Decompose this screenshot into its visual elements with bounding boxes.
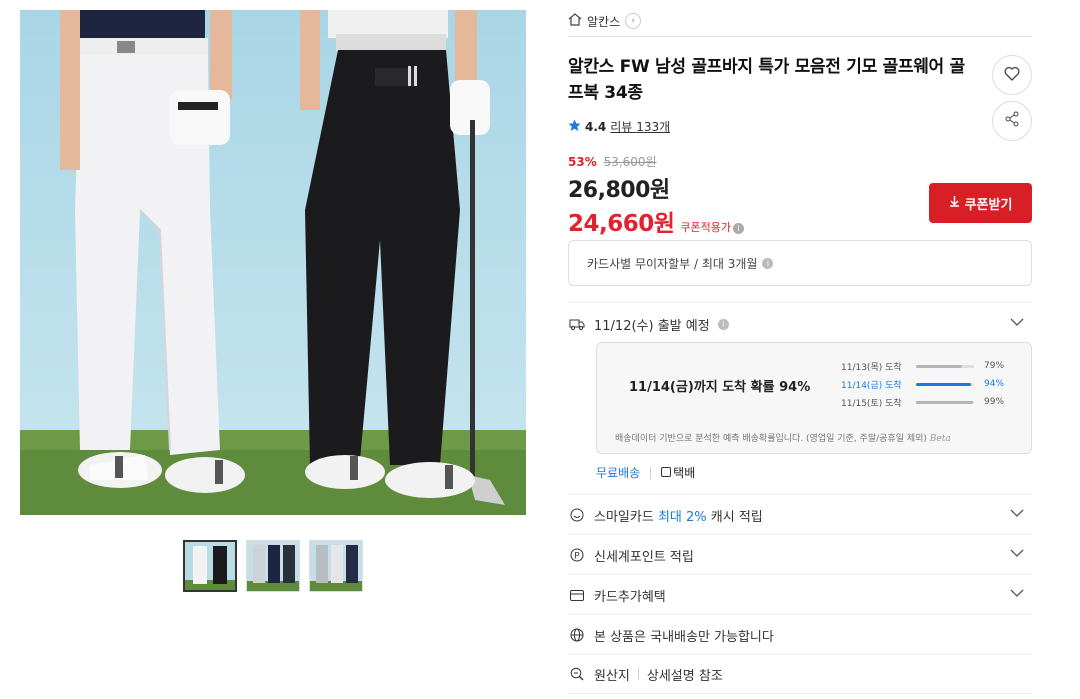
smile-card-highlight: 최대 2%: [657, 509, 707, 525]
info-icon[interactable]: i: [762, 257, 774, 269]
delivery-method: 택배: [673, 466, 696, 480]
probability-bar-fill: [916, 400, 974, 404]
divider: [637, 668, 639, 680]
thumbnail-list: [183, 540, 363, 592]
divider: [568, 534, 1032, 535]
heart-icon: [1004, 66, 1020, 85]
box-icon: [661, 466, 672, 480]
probability-percent: 99%: [984, 397, 1005, 407]
delivery-probability-box: 11/14(금)까지 도착 확률 94% 11/13(목) 도착 79% 11/…: [596, 342, 1032, 454]
delivery-probability-headline: 11/14(금)까지 도착 확률 94%: [629, 380, 811, 395]
svg-text:P: P: [574, 552, 580, 562]
card-benefit-label: 카드추가혜택: [594, 589, 666, 605]
probability-bar: [916, 364, 974, 368]
shipping-method: 무료배송 택배: [596, 464, 695, 481]
share-icon: [1004, 111, 1020, 131]
point-icon: P: [568, 548, 586, 562]
review-label: 리뷰: [610, 120, 633, 134]
price-area: 53% 53,600원 26,800원 24,660원 쿠폰적용가 i 쿠폰받기: [568, 153, 1032, 238]
dispatch-date: 11/12(수) 출발 예정: [594, 318, 710, 334]
chevron-right-icon: ›: [625, 13, 642, 29]
divider: [568, 574, 1032, 575]
divider: [568, 36, 1032, 37]
globe-icon: [568, 628, 586, 642]
delivery-note: 배송데이터 기반으로 분석한 예측 배송확률입니다. (영업일 기준, 주말/공…: [615, 431, 951, 444]
divider: [568, 614, 1032, 615]
brand-link[interactable]: 알칸스 ›: [568, 10, 1032, 32]
chevron-down-icon: [1010, 505, 1024, 521]
probability-percent: 79%: [984, 361, 1005, 371]
origin-value: 상세설명 참조: [646, 668, 723, 684]
origin-label: 원산지: [594, 668, 630, 684]
coupon-price: 24,660원: [568, 211, 675, 237]
divider: [568, 654, 1032, 655]
product-title: 알칸스 FW 남성 골프바지 특가 모음전 기모 골프웨어 골프복 34종: [568, 57, 965, 103]
info-icon[interactable]: i: [733, 223, 745, 234]
probability-date: 11/13(목) 도착: [841, 362, 902, 373]
coupon-note: 쿠폰적용가 i: [680, 219, 745, 235]
chevron-down-icon: [1010, 545, 1024, 561]
discount-line: 53% 53,600원: [568, 153, 1032, 170]
probability-item: 11/15(토) 도착 99%: [841, 393, 1021, 411]
coupon-button-label: 쿠폰받기: [964, 197, 1013, 213]
smile-card-prefix: 스마일카드: [594, 509, 654, 525]
star-icon: [568, 119, 581, 135]
probability-date: 11/15(토) 도착: [841, 398, 902, 409]
divider: [568, 302, 1032, 303]
credit-card-icon: [568, 589, 586, 601]
probability-percent: 94%: [984, 379, 1005, 389]
beta-label: Beta: [929, 434, 951, 444]
download-icon: [949, 195, 960, 211]
product-page: 알칸스 › 알칸스 FW 남성 골프바지 특가 모음전 기모 골프웨어 골프복 …: [0, 0, 1080, 699]
main-product-image[interactable]: [20, 10, 526, 515]
coupon-download-button[interactable]: 쿠폰받기: [929, 183, 1032, 223]
probability-bar: [916, 400, 974, 404]
divider: [568, 693, 1032, 694]
installment-text: 카드사별 무이자할부 / 최대 3개월: [587, 256, 758, 271]
shipping-dispatch-row[interactable]: 11/12(수) 출발 예정 i: [568, 312, 1032, 336]
domestic-shipping-row: 본 상품은 국내배송만 가능합니다: [568, 623, 1032, 647]
shinsegae-point-row[interactable]: P 신세계포인트 적립: [568, 543, 1032, 567]
shinsegae-point-label: 신세계포인트 적립: [594, 549, 694, 565]
probability-list: 11/13(목) 도착 79% 11/14(금) 도착 94% 11/15(토)…: [841, 357, 1021, 411]
thumbnail-3[interactable]: [309, 540, 363, 592]
info-icon[interactable]: i: [717, 318, 729, 330]
probability-bar-fill: [916, 382, 971, 386]
card-benefit-row[interactable]: 카드추가혜택: [568, 583, 1032, 607]
free-shipping-link[interactable]: 무료배송: [596, 464, 640, 481]
probability-bar: [916, 382, 974, 386]
truck-icon: [568, 318, 586, 330]
rating-score: 4.4: [585, 119, 607, 134]
smile-card-suffix: 캐시 적립: [710, 509, 763, 525]
probability-item: 11/14(금) 도착 94%: [841, 375, 1021, 393]
probability-bar-fill: [916, 364, 962, 368]
home-icon: [568, 13, 582, 29]
origin-row: 원산지 상세설명 참조: [568, 662, 1032, 686]
brand-name: 알칸스: [587, 14, 621, 29]
rating-summary: 4.4 리뷰 133개: [568, 118, 670, 135]
delivery-note-text: 배송데이터 기반으로 분석한 예측 배송확률입니다. (영업일 기준, 주말/공…: [615, 434, 927, 444]
thumbnail-2[interactable]: [246, 540, 300, 592]
original-price: 53,600원: [603, 155, 657, 169]
domestic-shipping-label: 본 상품은 국내배송만 가능합니다: [594, 629, 774, 645]
review-link[interactable]: 리뷰 133개: [610, 118, 670, 135]
divider: [650, 466, 652, 479]
share-button[interactable]: [992, 101, 1032, 141]
installment-box: 카드사별 무이자할부 / 최대 3개월 i: [568, 240, 1032, 286]
divider: [568, 494, 1032, 495]
discount-rate: 53%: [568, 155, 597, 169]
product-info: 알칸스 › 알칸스 FW 남성 골프바지 특가 모음전 기모 골프웨어 골프복 …: [568, 10, 1032, 694]
smile-icon: [568, 508, 586, 522]
coupon-note-label: 쿠폰적용가: [680, 221, 732, 234]
probability-date: 11/14(금) 도착: [841, 380, 902, 391]
magnifier-icon: [568, 667, 586, 681]
chevron-down-icon: [1010, 585, 1024, 601]
probability-item: 11/13(목) 도착 79%: [841, 357, 1021, 375]
smile-card-row[interactable]: 스마일카드 최대 2% 캐시 적립: [568, 503, 1032, 527]
chevron-down-icon: [1010, 314, 1024, 330]
review-count: 133개: [636, 120, 671, 134]
thumbnail-1[interactable]: [183, 540, 237, 592]
smile-card-label: 스마일카드 최대 2% 캐시 적립: [594, 506, 763, 525]
wishlist-button[interactable]: [992, 55, 1032, 95]
